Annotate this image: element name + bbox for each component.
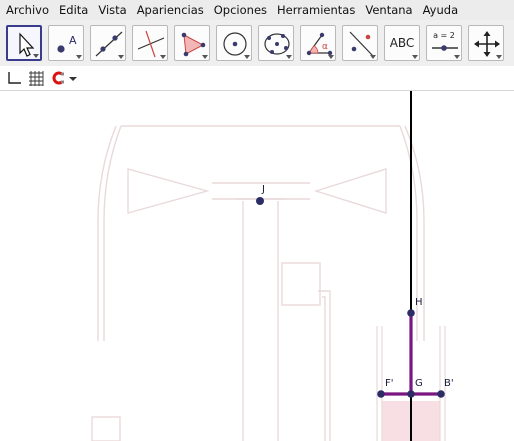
tool-menu-arrow-icon xyxy=(33,54,39,58)
tool-menu-arrow-icon xyxy=(370,55,376,59)
slider-tool[interactable]: a = 2 xyxy=(426,25,462,61)
label-f-prime: F' xyxy=(385,378,394,389)
menu-archivo[interactable]: Archivo xyxy=(0,3,54,17)
label-h: H xyxy=(415,297,423,308)
point-b-prime[interactable] xyxy=(437,390,445,398)
tool-menu-arrow-icon xyxy=(160,55,166,59)
menu-ayuda[interactable]: Ayuda xyxy=(418,3,464,17)
text-icon: ABC xyxy=(389,36,415,50)
label-b-prime: B' xyxy=(444,378,454,389)
circle-center-point-tool[interactable] xyxy=(216,25,252,61)
menu-vista[interactable]: Vista xyxy=(93,3,131,17)
conic-five-points-tool[interactable] xyxy=(258,25,294,61)
line-through-two-points-tool[interactable] xyxy=(90,25,126,61)
perpendicular-line-tool[interactable] xyxy=(132,25,168,61)
tool-menu-arrow-icon xyxy=(328,55,334,59)
menu-ventana[interactable]: Ventana xyxy=(360,3,417,17)
tool-menu-arrow-icon xyxy=(286,55,292,59)
axes-icon[interactable] xyxy=(5,69,23,87)
new-point-tool[interactable]: A xyxy=(48,25,84,61)
graphics-view[interactable]: J H F' G B' xyxy=(0,91,514,441)
point-h[interactable] xyxy=(407,309,415,317)
point-g[interactable] xyxy=(407,390,415,398)
tool-menu-arrow-icon xyxy=(412,55,418,59)
motor-box xyxy=(281,262,321,306)
insert-text-tool[interactable]: ABC xyxy=(384,25,420,61)
point-capture-icon[interactable] xyxy=(49,69,67,87)
toolbar: A α ABC a = 2 xyxy=(0,20,514,66)
menu-opciones[interactable]: Opciones xyxy=(209,3,272,17)
label-g: G xyxy=(415,378,423,389)
point-j[interactable] xyxy=(256,197,264,205)
beam-left-triangle xyxy=(127,168,210,214)
tool-menu-arrow-icon xyxy=(118,55,124,59)
grid-icon[interactable] xyxy=(27,69,45,87)
move-tool[interactable] xyxy=(6,25,42,61)
tool-menu-arrow-icon xyxy=(202,55,208,59)
tool-menu-arrow-icon xyxy=(496,55,502,59)
polygon-tool[interactable] xyxy=(174,25,210,61)
menu-apariencias[interactable]: Apariencias xyxy=(132,3,209,17)
tool-menu-arrow-icon xyxy=(454,55,460,59)
tool-menu-arrow-icon xyxy=(76,55,82,59)
point-f-prime[interactable] xyxy=(377,390,385,398)
beam-right-triangle xyxy=(313,168,387,214)
angle-tool[interactable]: α xyxy=(300,25,336,61)
tool-menu-arrow-icon xyxy=(244,55,250,59)
menu-edita[interactable]: Edita xyxy=(54,3,93,17)
dropdown-arrow-icon[interactable] xyxy=(67,69,85,87)
move-graphics-view-tool[interactable] xyxy=(468,25,504,61)
horsehead-left-chain xyxy=(103,125,122,341)
pump-post xyxy=(242,201,279,441)
svg-text:α: α xyxy=(322,42,328,52)
pump-jack-figure xyxy=(91,125,425,441)
label-j: J xyxy=(261,184,265,195)
counterweight xyxy=(91,416,121,441)
reflect-tool[interactable] xyxy=(342,25,378,61)
menu-herramientas[interactable]: Herramientas xyxy=(272,3,360,17)
menu-bar: Archivo Edita Vista Apariencias Opciones… xyxy=(0,0,514,20)
svg-text:A: A xyxy=(69,34,77,47)
horsehead-right-chain xyxy=(399,125,418,341)
style-bar xyxy=(0,66,514,91)
